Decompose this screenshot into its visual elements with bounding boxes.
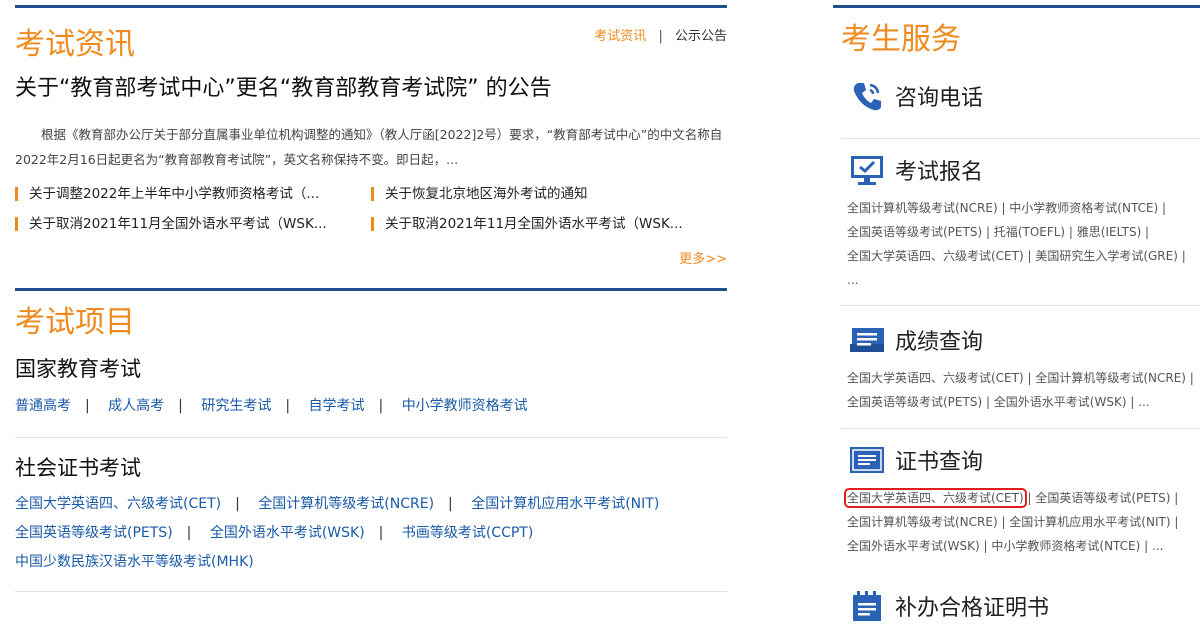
service-scores: 成绩查询 全国大学英语四、六级考试(CET) | 全国计算机等级考试(NCRE)…: [847, 322, 1200, 414]
news-headline[interactable]: 关于“教育部考试中心”更名“教育部教育考试院” 的公告: [15, 73, 727, 105]
service-divider: [841, 428, 1200, 429]
link-graduate-exam[interactable]: 研究生考试: [201, 398, 271, 414]
registration-line[interactable]: 全国计算机等级考试(NCRE) | 中小学教师资格考试(NTCE) |: [847, 196, 1200, 220]
section-divider: [15, 591, 727, 592]
service-divider: [841, 138, 1200, 139]
service-hotline[interactable]: 咨询电话: [847, 78, 1200, 114]
link-wsk[interactable]: 全国外语水平考试(WSK): [210, 525, 365, 541]
service-divider: [841, 305, 1200, 306]
left-column: 考试资讯 考试资讯 | 公示公告 关于“教育部考试中心”更名“教育部教育考试院”…: [15, 0, 727, 592]
projects-top-bar: [15, 288, 727, 291]
news-item[interactable]: 关于取消2021年11月全国外语水平考试（WSK...: [15, 214, 371, 234]
certificate-line[interactable]: 全国计算机等级考试(NCRE) | 全国计算机应用水平考试(NIT) |: [847, 510, 1200, 534]
certificate-links: 全国大学英语四、六级考试(CET) | 全国英语等级考试(PETS) | 全国计…: [844, 486, 1200, 558]
national-exams-links: 普通高考 | 成人高考 | 研究生考试 | 自学考试 | 中小学教师资格考试: [15, 398, 528, 414]
service-certificate: 证书查询 全国大学英语四、六级考试(CET) | 全国英语等级考试(PETS) …: [844, 442, 1200, 558]
tab-separator: |: [658, 29, 663, 44]
certificate-line[interactable]: 全国外语水平考试(WSK) | 中小学教师资格考试(NTCE) | ...: [847, 534, 1200, 558]
cert-exams-title: 社会证书考试: [15, 456, 141, 480]
scores-links: 全国大学英语四、六级考试(CET) | 全国计算机等级考试(NCRE) | 全国…: [847, 366, 1200, 414]
link-cet[interactable]: 全国大学英语四、六级考试(CET): [15, 496, 221, 512]
section-divider: [15, 437, 727, 438]
phone-icon: [847, 78, 887, 114]
service-reissue-label[interactable]: 补办合格证明书: [895, 590, 1049, 622]
link-ccpt[interactable]: 书画等级考试(CCPT): [402, 525, 533, 541]
link-mhk[interactable]: 中国少数民族汉语水平等级考试(MHK): [15, 554, 254, 570]
scroll-report-icon: [847, 322, 887, 358]
news-item[interactable]: 关于取消2021年11月全国外语水平考试（WSK...: [371, 214, 711, 234]
service-reissue: 补办合格证明书: [847, 588, 1200, 624]
service-registration: 考试报名 全国计算机等级考试(NCRE) | 中小学教师资格考试(NTCE) |…: [847, 152, 1200, 292]
link-ncre[interactable]: 全国计算机等级考试(NCRE): [258, 496, 434, 512]
projects-section-title: 考试项目: [15, 305, 135, 340]
service-registration-label[interactable]: 考试报名: [895, 154, 983, 186]
national-exams-title: 国家教育考试: [15, 357, 141, 381]
tab-announcements[interactable]: 公示公告: [675, 29, 727, 44]
news-item[interactable]: 关于调整2022年上半年中小学教师资格考试（...: [15, 184, 371, 204]
news-tabs: 考试资讯 | 公示公告: [594, 25, 727, 44]
link-pets[interactable]: 全国英语等级考试(PETS): [15, 525, 173, 541]
right-column: 考生服务 咨询电话 考试报名 全国计算机等级考试(NCRE) | 中小学教师资格…: [833, 0, 1200, 621]
projects-section: 考试项目 国家教育考试 普通高考 | 成人高考 | 研究生考试 | 自学考试 | 中小学…: [15, 305, 727, 592]
link-nit[interactable]: 全国计算机应用水平考试(NIT): [471, 496, 659, 512]
registration-links: 全国计算机等级考试(NCRE) | 中小学教师资格考试(NTCE) | 全国英语…: [847, 196, 1200, 292]
registration-more[interactable]: ...: [847, 268, 1200, 292]
service-hotline-label: 咨询电话: [895, 86, 984, 111]
service-scores-label[interactable]: 成绩查询: [895, 324, 983, 356]
services-title: 考生服务: [841, 22, 961, 57]
monitor-check-icon: [847, 152, 887, 188]
certificate-icon: [847, 442, 887, 478]
news-section: 考试资讯 考试资讯 | 公示公告 关于“教育部考试中心”更名“教育部教育考试院”…: [15, 27, 727, 270]
news-list: 关于调整2022年上半年中小学教师资格考试（... 关于恢复北京地区海外考试的通…: [15, 184, 727, 234]
document-list-icon: [847, 588, 887, 624]
registration-line[interactable]: 全国大学英语四、六级考试(CET) | 美国研究生入学考试(GRE) |: [847, 244, 1200, 268]
link-adult-exam[interactable]: 成人高考: [108, 398, 164, 414]
tab-news[interactable]: 考试资讯: [594, 29, 646, 44]
news-item[interactable]: 关于恢复北京地区海外考试的通知: [371, 184, 711, 204]
more-link[interactable]: 更多>>: [679, 248, 727, 267]
cert-exams-links: 全国大学英语四、六级考试(CET) | 全国计算机等级考试(NCRE) | 全国计算…: [15, 496, 660, 570]
certificate-cet-link[interactable]: 全国大学英语四、六级考试(CET): [844, 488, 1027, 508]
registration-line[interactable]: 全国英语等级考试(PETS) | 托福(TOEFL) | 雅思(IELTS) |: [847, 220, 1200, 244]
link-self-study-exam[interactable]: 自学考试: [309, 398, 365, 414]
scores-line[interactable]: 全国英语等级考试(PETS) | 全国外语水平考试(WSK) | ...: [847, 390, 1200, 414]
link-gaokao[interactable]: 普通高考: [15, 398, 71, 414]
scores-line[interactable]: 全国大学英语四、六级考试(CET) | 全国计算机等级考试(NCRE) |: [847, 366, 1200, 390]
news-summary: 根据《教育部办公厅关于部分直属事业单位机构调整的通知》（教人厅函[2022]2号…: [15, 127, 723, 167]
link-teacher-qualification[interactable]: 中小学教师资格考试: [402, 398, 528, 414]
service-certificate-label[interactable]: 证书查询: [895, 444, 983, 476]
certificate-line-rest[interactable]: | 全国英语等级考试(PETS) |: [1027, 491, 1178, 505]
services-top-bar: [833, 5, 1200, 8]
news-top-bar: [15, 5, 727, 8]
